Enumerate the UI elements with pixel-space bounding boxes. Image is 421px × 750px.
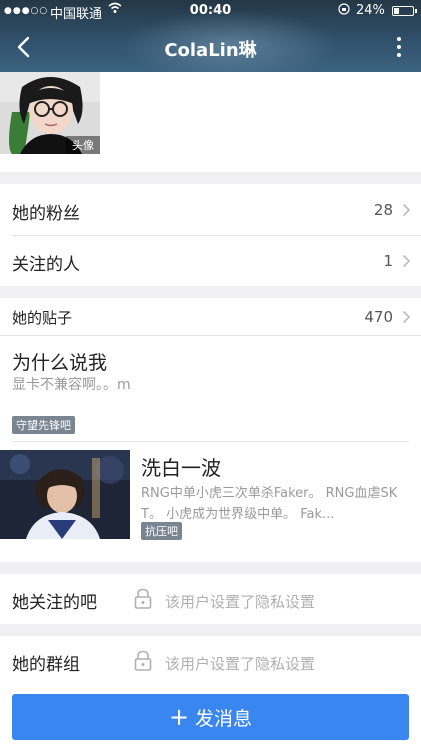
chevron-right-icon xyxy=(402,254,411,268)
chevron-right-icon xyxy=(402,310,411,324)
section-separator xyxy=(0,286,421,298)
page-title: ColaLin琳 xyxy=(164,40,257,61)
orientation-lock-icon xyxy=(338,3,350,18)
groups-row[interactable]: 她的群组 该用户设置了隐私设置 xyxy=(0,636,421,686)
more-dot-icon xyxy=(397,45,401,49)
avatar[interactable]: 头像 xyxy=(0,72,100,154)
post-forum-tag[interactable]: 守望先锋吧 xyxy=(12,416,75,434)
posts-header-row[interactable]: 她的贴子 470 xyxy=(0,298,421,336)
send-message-button[interactable]: + 发消息 xyxy=(12,694,409,740)
chevron-right-icon xyxy=(402,203,411,217)
profile-info-area xyxy=(100,72,421,172)
battery-percent: 24% xyxy=(356,3,385,18)
posts-count: 470 xyxy=(364,308,393,326)
status-bar: ●●●○○ 中国联通 00:40 24% xyxy=(0,0,421,22)
post-thumbnail-image xyxy=(0,450,130,539)
following-label: 关注的人 xyxy=(12,255,80,275)
profile-header: ●●●○○ 中国联通 00:40 24% ColaLin琳 xyxy=(0,0,421,72)
fans-count: 28 xyxy=(373,201,393,219)
lock-icon xyxy=(134,650,152,671)
post-title[interactable]: 洗白一波 xyxy=(141,452,221,481)
section-separator xyxy=(0,562,421,574)
following-row[interactable]: 关注的人 1 xyxy=(0,236,421,286)
section-separator xyxy=(0,172,421,184)
more-dot-icon xyxy=(397,37,401,41)
post-excerpt: RNG中单小虎三次单杀Faker。 RNG血虐SKT。 小虎成为世界级中单。 F… xyxy=(141,486,398,522)
lock-icon xyxy=(134,588,152,609)
following-count: 1 xyxy=(383,252,393,270)
followed-bars-row[interactable]: 她关注的吧 该用户设置了隐私设置 xyxy=(0,574,421,624)
send-message-label: 发消息 xyxy=(195,707,253,730)
groups-label: 她的群组 xyxy=(12,655,80,675)
section-separator xyxy=(0,624,421,636)
privacy-notice: 该用户设置了隐私设置 xyxy=(165,655,316,673)
post-title: 为什么说我 xyxy=(12,352,108,374)
more-dot-icon xyxy=(397,53,401,57)
privacy-notice: 该用户设置了隐私设置 xyxy=(165,593,316,611)
post-item[interactable]: 为什么说我 显卡不兼容啊。。m 守望先锋吧 xyxy=(0,336,421,442)
more-options-button[interactable] xyxy=(388,32,410,62)
avatar-caption: 头像 xyxy=(66,136,100,154)
followed-bars-label: 她关注的吧 xyxy=(12,593,97,613)
fans-row[interactable]: 她的粉丝 28 xyxy=(0,184,421,236)
plus-icon: + xyxy=(168,703,190,731)
fans-label: 她的粉丝 xyxy=(12,204,80,224)
posts-label: 她的贴子 xyxy=(12,309,73,327)
post-thumbnail[interactable] xyxy=(0,450,130,539)
battery-icon xyxy=(392,6,417,16)
post-forum-tag[interactable]: 抗压吧 xyxy=(141,522,182,540)
row-divider xyxy=(12,441,409,442)
post-subtitle: 显卡不兼容啊。。m xyxy=(12,377,131,393)
